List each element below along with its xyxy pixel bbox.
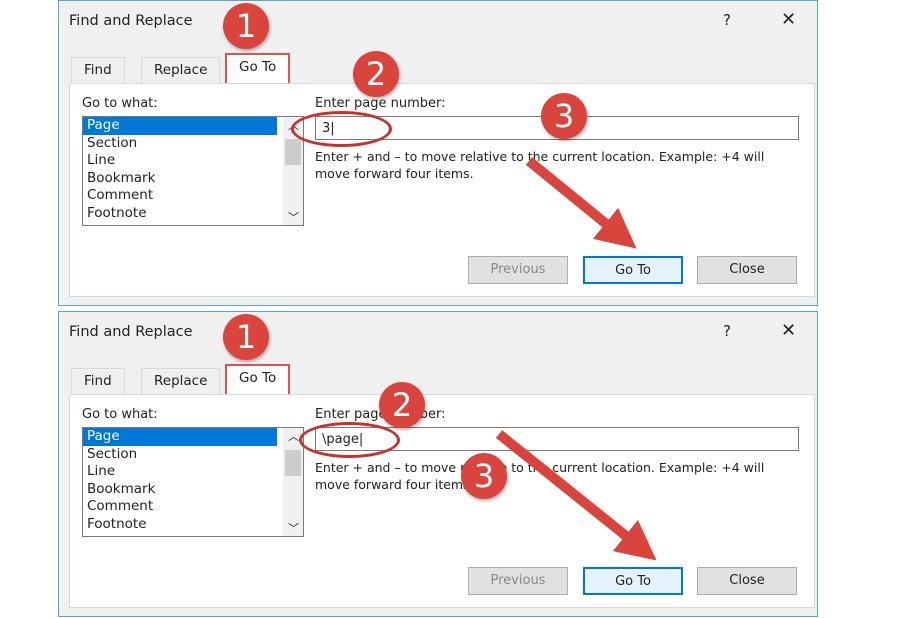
step-3-marker: 3 — [541, 93, 587, 139]
annotation-arrow — [495, 430, 657, 561]
annotation-arrow — [525, 157, 637, 249]
find-replace-dialog: Find and Replace ? ✕ Find Replace Go To … — [58, 0, 818, 306]
find-replace-dialog: Find and Replace ? ✕ Find Replace Go To … — [58, 311, 818, 617]
step-3-marker: 3 — [461, 453, 507, 499]
